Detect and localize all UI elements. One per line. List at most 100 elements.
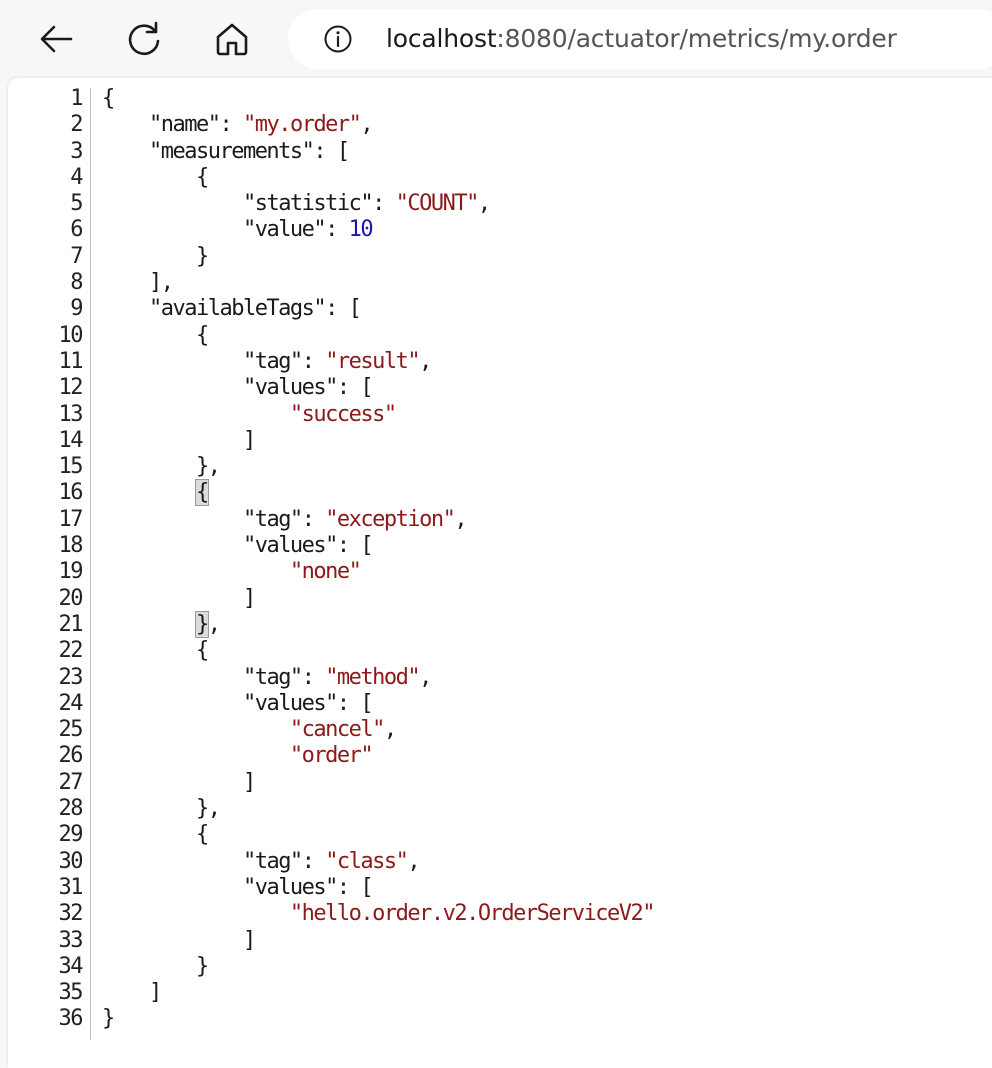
json-string: "success" — [289, 401, 397, 427]
json-punctuation — [102, 665, 243, 690]
json-punctuation: } — [102, 953, 209, 979]
url-text[interactable]: localhost:8080/actuator/metrics/my.order — [386, 23, 897, 55]
line-number: 9 — [70, 296, 83, 322]
line-number: 5 — [70, 191, 83, 217]
json-punctuation: , — [419, 348, 432, 374]
json-punctuation: , — [407, 848, 420, 874]
line-number: 31 — [58, 874, 84, 900]
json-string: "none" — [289, 559, 362, 585]
json-punctuation — [102, 901, 290, 926]
info-icon[interactable] — [324, 25, 352, 53]
json-punctuation: : [ — [336, 533, 374, 559]
line-number: 7 — [70, 243, 83, 269]
matched-bracket: } — [194, 610, 209, 638]
line-number: 14 — [58, 427, 84, 453]
json-punctuation — [102, 375, 243, 400]
line-number: 25 — [58, 717, 84, 743]
json-punctuation — [102, 717, 290, 742]
json-punctuation — [102, 349, 243, 374]
line-number: 27 — [58, 769, 84, 795]
line-number: 17 — [58, 506, 84, 532]
browser-toolbar: localhost:8080/actuator/metrics/my.order — [0, 0, 992, 78]
json-punctuation — [102, 480, 196, 505]
json-punctuation — [102, 849, 243, 874]
line-number: 26 — [58, 743, 84, 769]
line-number: 22 — [58, 638, 84, 664]
line-text: "values": [ — [102, 691, 374, 717]
line-number: 36 — [58, 1006, 84, 1032]
line-number: 35 — [58, 980, 84, 1006]
json-punctuation: , — [454, 506, 467, 532]
line-text: "order" — [102, 743, 374, 769]
json-punctuation: : — [301, 506, 326, 532]
home-button[interactable] — [206, 14, 258, 64]
line-number: 1 — [70, 86, 83, 111]
line-number: 21 — [58, 611, 84, 637]
json-punctuation: ] — [102, 427, 256, 453]
json-punctuation: , — [477, 191, 491, 217]
line-number: 34 — [58, 953, 84, 979]
json-key: "tag" — [242, 848, 303, 874]
json-punctuation — [102, 612, 196, 637]
json-punctuation: { — [102, 86, 115, 111]
line-number: 3 — [70, 138, 83, 164]
line-text: "tag": "class", — [102, 848, 421, 875]
line-text: ] — [102, 980, 162, 1006]
json-string: "cancel" — [289, 717, 385, 743]
line-text: "tag": "result", — [102, 348, 432, 375]
json-key: "statistic" — [242, 191, 374, 217]
line-text: { — [102, 164, 209, 191]
reload-icon — [128, 21, 160, 56]
json-punctuation: { — [102, 822, 209, 848]
json-string: "method" — [325, 664, 420, 690]
line-number: 28 — [58, 796, 84, 822]
json-key: "tag" — [242, 506, 303, 532]
json-punctuation — [102, 533, 243, 558]
line-number: 33 — [58, 927, 84, 953]
json-punctuation: { — [102, 164, 209, 190]
line-text: "hello.order.v2.OrderServiceV2" — [102, 901, 656, 927]
json-string: "my.order" — [242, 112, 362, 138]
line-number: 15 — [58, 454, 84, 480]
json-string: "exception" — [325, 506, 456, 532]
json-punctuation: ] — [102, 769, 256, 795]
line-text: }, — [102, 454, 221, 480]
line-text: "value": 10 — [102, 217, 374, 243]
json-punctuation: , — [383, 717, 397, 743]
json-punctuation: , — [207, 611, 221, 637]
json-key: "tag" — [242, 348, 303, 374]
back-button[interactable] — [30, 14, 82, 64]
json-punctuation — [102, 217, 243, 242]
line-number: 19 — [58, 559, 84, 585]
json-punctuation: } — [102, 1006, 115, 1032]
line-number: 11 — [58, 348, 84, 374]
url-host: localhost — [386, 24, 497, 53]
line-text: ] — [102, 427, 256, 454]
reload-button[interactable] — [118, 14, 170, 64]
line-text: ] — [102, 927, 256, 954]
json-key: "name" — [148, 112, 221, 138]
json-punctuation — [102, 296, 149, 321]
line-text: { — [102, 638, 209, 664]
line-number: 23 — [58, 664, 84, 690]
address-bar[interactable]: localhost:8080/actuator/metrics/my.order — [288, 9, 992, 69]
json-punctuation: : — [372, 191, 396, 217]
json-string: "COUNT" — [395, 191, 480, 217]
line-text: "values": [ — [102, 375, 374, 401]
arrow-left-icon — [40, 25, 73, 53]
line-text: "measurements": [ — [102, 139, 350, 165]
json-punctuation: ] — [102, 585, 256, 611]
line-text: "availableTags": [ — [102, 296, 362, 322]
line-number: 16 — [58, 480, 84, 506]
json-punctuation: { — [102, 322, 209, 348]
json-punctuation: ], — [102, 270, 174, 296]
json-punctuation: : [ — [325, 296, 362, 322]
line-text: ] — [102, 585, 256, 612]
json-punctuation: : — [325, 217, 349, 243]
line-text: { — [102, 86, 115, 112]
json-punctuation: { — [102, 638, 209, 664]
json-string: "order" — [289, 743, 374, 769]
line-text: "name": "my.order", — [102, 112, 374, 138]
json-punctuation: ] — [102, 927, 256, 953]
line-text: "tag": "exception", — [102, 506, 468, 533]
